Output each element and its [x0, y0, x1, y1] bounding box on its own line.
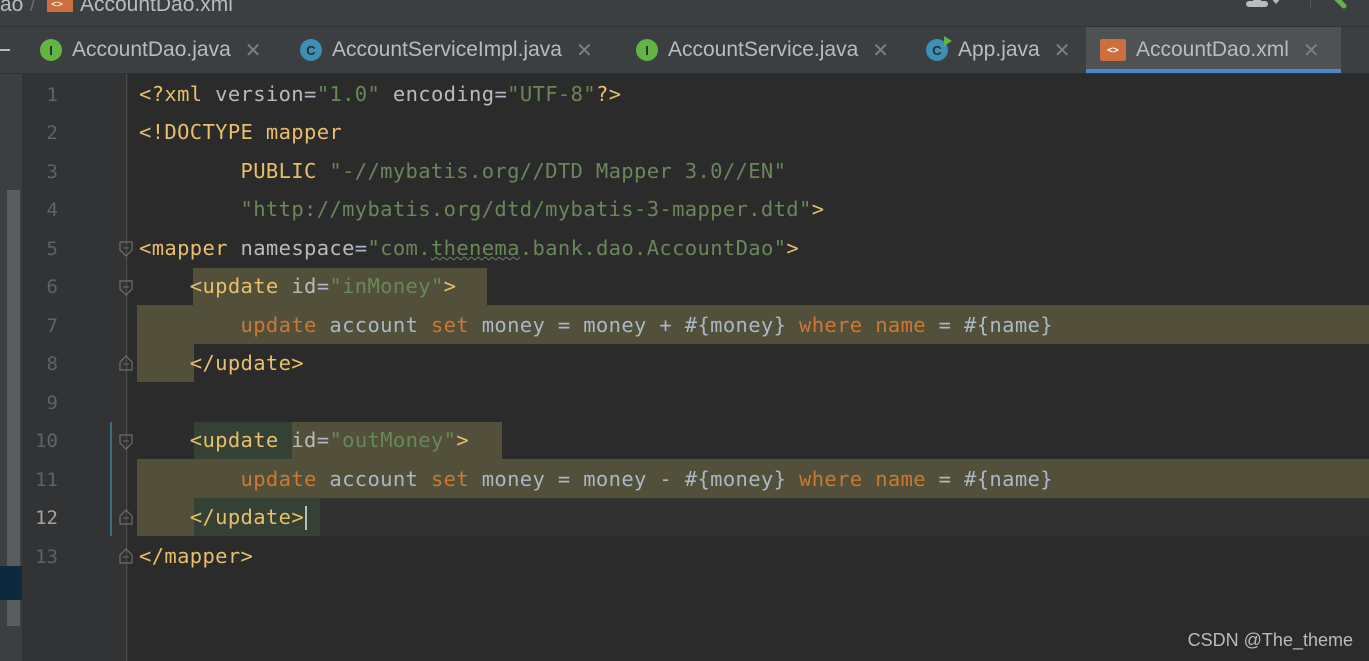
code-line-8[interactable]: </update> — [139, 351, 304, 375]
code-line-6[interactable]: <update id="inMoney"> — [139, 274, 456, 298]
code-line-12[interactable]: </update> — [139, 505, 308, 530]
vcs-change-marker[interactable] — [110, 422, 112, 536]
code-line-1[interactable]: <?xml version="1.0" encoding="UTF-8"?> — [139, 82, 621, 106]
tab-accountdao-xml[interactable]: <> AccountDao.xml ✕ — [1086, 27, 1341, 73]
project-panel-selection[interactable] — [0, 566, 22, 600]
interface-icon: I — [636, 39, 658, 61]
project-panel-scrollbar[interactable] — [7, 190, 20, 626]
tab-label: AccountServiceImpl.java — [332, 38, 562, 61]
line-number: 10 — [35, 430, 58, 452]
line-number: 8 — [46, 353, 58, 375]
xml-file-icon: <> — [1100, 39, 1126, 61]
line-number: 6 — [46, 276, 58, 298]
close-icon[interactable]: ✕ — [872, 38, 889, 63]
xml-file-icon — [47, 0, 73, 12]
breadcrumb-separator: / — [30, 0, 36, 16]
breadcrumb-file[interactable]: AccountDao.xml — [80, 0, 233, 17]
close-icon[interactable]: ✕ — [245, 38, 262, 63]
close-icon[interactable]: ✕ — [1303, 38, 1320, 63]
tab-accountserviceimpl-java[interactable]: C AccountServiceImpl.java ✕ — [300, 27, 620, 73]
fold-end-icon[interactable] — [119, 548, 133, 564]
fold-open-icon[interactable] — [119, 280, 133, 296]
fold-end-icon[interactable] — [119, 355, 133, 371]
line-number-current: 12 — [35, 507, 58, 529]
class-icon: C — [300, 39, 322, 61]
line-number: 1 — [46, 84, 58, 106]
code-line-11[interactable]: update account set money = money - #{mon… — [139, 467, 1053, 491]
code-line-13[interactable]: </mapper> — [139, 544, 253, 568]
interface-icon: I — [40, 39, 62, 61]
code-line-4[interactable]: "http://mybatis.org/dtd/mybatis-3-mapper… — [139, 197, 825, 221]
icon-letter: C — [932, 42, 942, 58]
code-line-2[interactable]: <!DOCTYPE mapper — [139, 120, 342, 144]
breadcrumb-folder[interactable]: ao — [0, 0, 23, 17]
runnable-class-icon: C — [926, 36, 952, 61]
close-icon[interactable]: ✕ — [576, 38, 593, 63]
typo-underline: thenema — [430, 236, 520, 260]
text-caret — [305, 506, 308, 530]
tab-accountdao-java[interactable]: I AccountDao.java ✕ — [40, 27, 285, 73]
line-number: 9 — [46, 392, 58, 414]
fold-end-icon[interactable] — [119, 509, 133, 525]
tab-accountservice-java[interactable]: I AccountService.java ✕ — [636, 27, 916, 73]
fold-open-icon[interactable] — [119, 434, 133, 450]
tab-label: AccountDao.xml — [1136, 38, 1289, 61]
tab-label: AccountService.java — [668, 38, 859, 61]
code-line-10[interactable]: <update id="outMoney"> — [139, 428, 469, 452]
tab-app-java[interactable]: C App.java ✕ — [926, 27, 1084, 73]
watermark: CSDN @The_theme — [1187, 630, 1353, 650]
close-icon[interactable]: ✕ — [1054, 38, 1071, 63]
tab-label: AccountDao.java — [72, 38, 231, 61]
code-line-5[interactable]: <mapper namespace="com.thenema.bank.dao.… — [139, 236, 799, 260]
line-number: 11 — [35, 469, 58, 491]
line-number: 2 — [46, 122, 58, 144]
editor-tab-bar: I AccountDao.java ✕ C AccountServiceImpl… — [0, 27, 1369, 74]
line-number: 7 — [46, 315, 58, 337]
tab-label: App.java — [958, 38, 1040, 61]
line-number: 4 — [46, 199, 58, 221]
user-icon[interactable] — [1243, 0, 1283, 12]
left-tool-strip — [0, 74, 22, 661]
line-number: 5 — [46, 238, 58, 260]
current-line-highlight — [320, 498, 1369, 536]
tab-overflow-indicator[interactable] — [0, 49, 10, 51]
code-line-7[interactable]: update account set money = money + #{mon… — [139, 313, 1053, 337]
fold-open-icon[interactable] — [119, 241, 133, 257]
code-line-3[interactable]: PUBLIC "-//mybatis.org//DTD Mapper 3.0//… — [139, 159, 786, 183]
line-number: 13 — [35, 546, 58, 568]
build-hammer-icon[interactable] — [1310, 0, 1350, 12]
breadcrumb: ao / AccountDao.xml — [0, 0, 1369, 27]
line-number: 3 — [46, 161, 58, 183]
